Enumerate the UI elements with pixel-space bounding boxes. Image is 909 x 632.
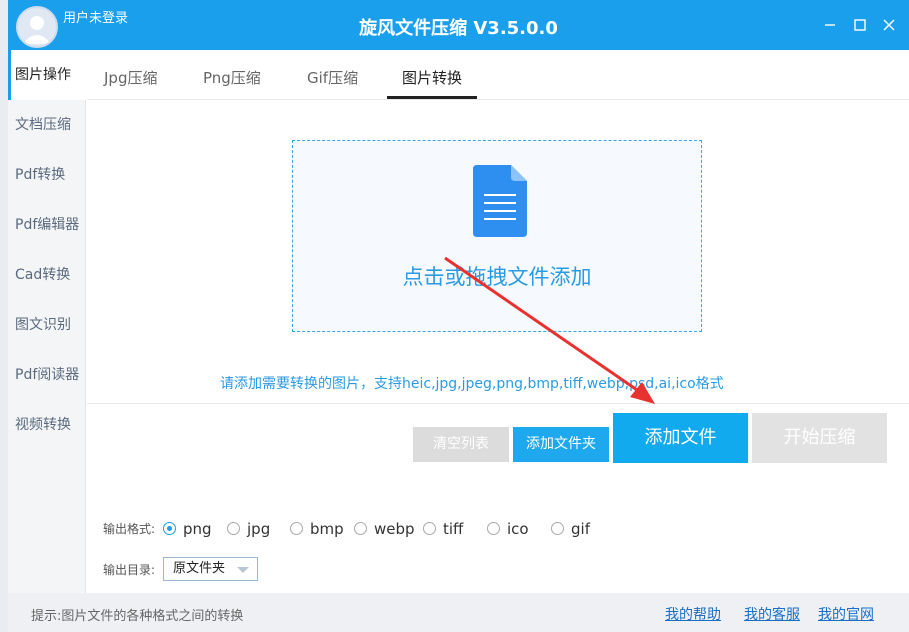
output-format-label: 输出格式:	[103, 520, 155, 537]
format-option-label: jpg	[247, 520, 270, 538]
tab-png-compress[interactable]: Png压缩	[203, 67, 261, 88]
active-tab-indicator	[387, 96, 477, 99]
supported-formats-hint: 请添加需要转换的图片，支持heic,jpg,jpeg,png,bmp,tiff,…	[220, 373, 724, 393]
radio-dot	[290, 522, 303, 535]
sidebar-item-video-convert[interactable]: 视频转换	[8, 400, 86, 450]
tab-gif-compress[interactable]: Gif压缩	[307, 67, 358, 88]
sidebar: 图片操作 文档压缩 Pdf转换 Pdf编辑器 Cad转换 图文识别 Pdf阅读器…	[8, 50, 86, 593]
status-bar: 提示:图片文件的各种格式之间的转换 我的帮助 我的客服 我的官网	[8, 593, 909, 632]
radio-dot	[354, 522, 367, 535]
maximize-icon[interactable]	[851, 16, 869, 34]
title-bar: 用户未登录 旋风文件压缩 V3.5.0.0	[8, 0, 909, 50]
tab-bar: Jpg压缩 Png压缩 Gif压缩 图片转换	[87, 50, 909, 100]
add-folder-button[interactable]: 添加文件夹	[513, 427, 609, 462]
format-option-ico[interactable]: ico	[487, 520, 529, 538]
format-option-label: bmp	[310, 520, 344, 538]
radio-dot	[423, 522, 436, 535]
support-link[interactable]: 我的客服	[744, 604, 800, 624]
website-link[interactable]: 我的官网	[818, 604, 874, 624]
close-icon[interactable]	[880, 16, 898, 34]
minimize-icon[interactable]	[821, 16, 839, 34]
format-option-label: webp	[374, 520, 415, 538]
clear-list-button[interactable]: 清空列表	[413, 427, 509, 462]
sidebar-item-pdf-convert[interactable]: Pdf转换	[8, 150, 86, 200]
sidebar-item-ocr[interactable]: 图文识别	[8, 300, 86, 350]
format-option-tiff[interactable]: tiff	[423, 520, 463, 538]
app-title: 旋风文件压缩 V3.5.0.0	[8, 14, 909, 40]
drop-zone-label: 点击或拖拽文件添加	[293, 261, 701, 291]
sidebar-item-pdf-editor[interactable]: Pdf编辑器	[8, 200, 86, 250]
radio-dot	[487, 522, 500, 535]
sidebar-item-pdf-reader[interactable]: Pdf阅读器	[8, 350, 86, 400]
window-left-edge	[0, 0, 8, 632]
sidebar-item-image-ops[interactable]: 图片操作	[8, 50, 86, 100]
output-dir-select[interactable]: 原文件夹	[163, 557, 258, 581]
format-option-gif[interactable]: gif	[551, 520, 590, 538]
format-option-png[interactable]: png	[163, 520, 212, 538]
start-compress-button[interactable]: 开始压缩	[752, 413, 887, 463]
output-dir-label: 输出目录:	[103, 561, 155, 578]
document-icon	[473, 165, 527, 237]
output-dir-value: 原文件夹	[173, 561, 225, 576]
sidebar-item-doc-compress[interactable]: 文档压缩	[8, 100, 86, 150]
tab-image-convert[interactable]: 图片转换	[402, 67, 462, 88]
format-option-bmp[interactable]: bmp	[290, 520, 344, 538]
radio-dot	[551, 522, 564, 535]
file-drop-zone[interactable]: 点击或拖拽文件添加	[292, 140, 702, 332]
format-option-jpg[interactable]: jpg	[227, 520, 270, 538]
tab-jpg-compress[interactable]: Jpg压缩	[104, 67, 157, 88]
format-option-webp[interactable]: webp	[354, 520, 415, 538]
sidebar-item-cad-convert[interactable]: Cad转换	[8, 250, 86, 300]
radio-dot	[163, 522, 176, 535]
format-option-label: gif	[571, 520, 590, 538]
format-option-label: png	[183, 520, 212, 538]
format-option-label: ico	[507, 520, 529, 538]
chevron-down-icon	[237, 567, 249, 573]
status-tip: 提示:图片文件的各种格式之间的转换	[31, 605, 243, 624]
add-file-button[interactable]: 添加文件	[613, 413, 748, 463]
format-option-label: tiff	[443, 520, 463, 538]
help-link[interactable]: 我的帮助	[665, 604, 721, 624]
radio-dot	[227, 522, 240, 535]
divider	[87, 403, 909, 404]
